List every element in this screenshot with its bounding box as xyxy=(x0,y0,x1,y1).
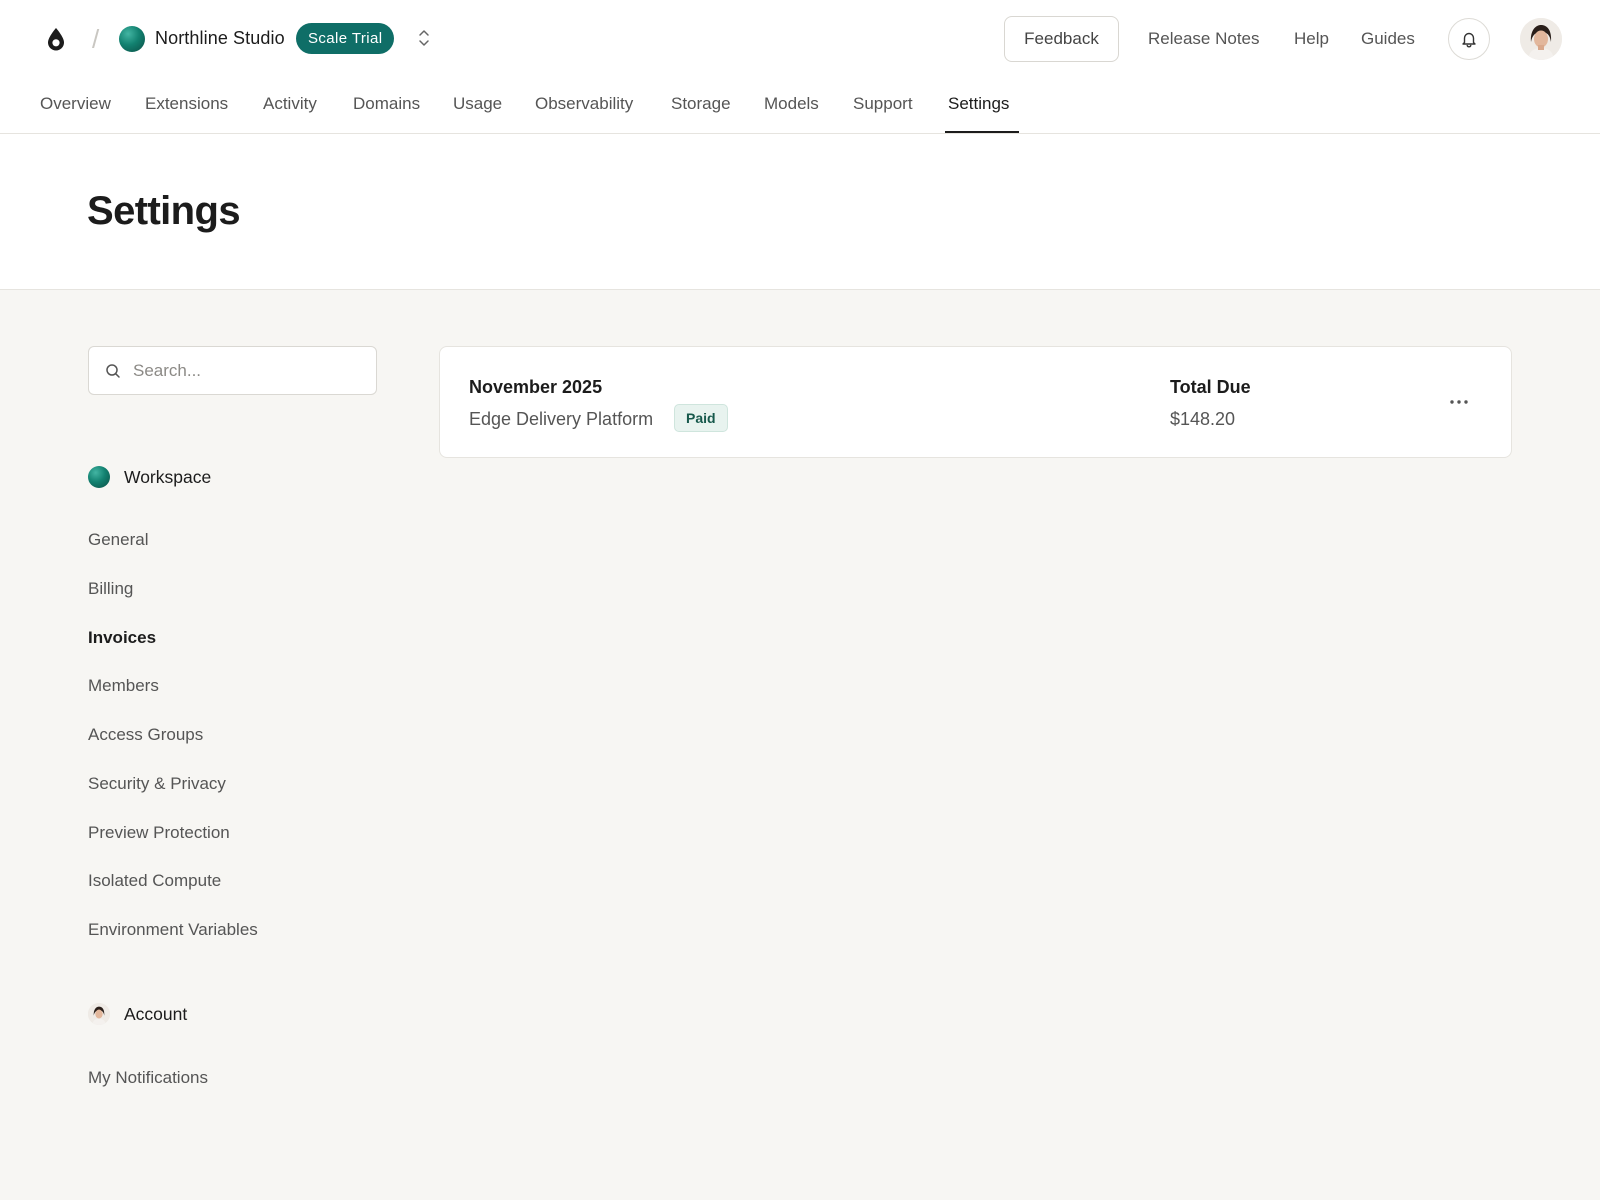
status-badge: Paid xyxy=(674,404,728,432)
invoice-row[interactable]: November 2025 Edge Delivery Platform Pai… xyxy=(439,346,1512,458)
search-icon xyxy=(106,364,120,378)
tab-settings[interactable]: Settings xyxy=(948,94,1009,114)
page-header: Settings xyxy=(0,134,1600,290)
user-photo-icon xyxy=(1520,18,1562,60)
tab-models[interactable]: Models xyxy=(764,94,819,114)
breadcrumb-separator: / xyxy=(92,24,100,54)
sidebar-item-access-groups[interactable]: Access Groups xyxy=(88,725,203,745)
tab-usage[interactable]: Usage xyxy=(453,94,502,114)
main-tabs: Overview Extensions Activity Domains Usa… xyxy=(0,80,1600,134)
settings-search[interactable] xyxy=(88,346,377,395)
more-horizontal-icon xyxy=(1450,400,1468,404)
tab-support[interactable]: Support xyxy=(853,94,913,114)
droplet-logo-icon[interactable] xyxy=(44,26,68,52)
chevron-up-down-icon[interactable] xyxy=(415,26,433,50)
invoice-actions-button[interactable] xyxy=(1444,387,1474,417)
sidebar-item-billing[interactable]: Billing xyxy=(88,579,133,599)
user-photo-icon xyxy=(88,1003,110,1025)
bell-icon xyxy=(1462,32,1476,48)
invoice-project: Edge Delivery Platform xyxy=(469,409,654,429)
tab-storage[interactable]: Storage xyxy=(671,94,731,114)
sidebar-item-general[interactable]: General xyxy=(88,530,148,550)
plan-badge[interactable]: Scale Trial xyxy=(296,23,395,54)
workspace-avatar xyxy=(88,466,110,488)
tab-overview[interactable]: Overview xyxy=(40,94,111,114)
team-avatar[interactable] xyxy=(119,26,145,52)
tab-domains[interactable]: Domains xyxy=(353,94,420,114)
total-due-label: Total Due xyxy=(1170,377,1251,397)
total-due-value: $148.20 xyxy=(1170,409,1236,429)
help-link[interactable]: Help xyxy=(1294,29,1329,49)
brand-row: / Northline Studio Scale Trial Feedback … xyxy=(0,0,1600,80)
team-name[interactable]: Northline Studio xyxy=(155,28,285,49)
user-avatar[interactable] xyxy=(1520,18,1562,60)
page-title: Settings xyxy=(87,189,241,233)
workspace-section-header: Workspace xyxy=(88,466,211,488)
feedback-button[interactable]: Feedback xyxy=(1004,16,1119,62)
workspace-label: Workspace xyxy=(124,466,212,487)
tab-observability[interactable]: Observability xyxy=(535,94,633,114)
tab-activity[interactable]: Activity xyxy=(263,94,317,114)
active-tab-indicator xyxy=(945,131,1019,133)
sidebar-item-my-notifications[interactable]: My Notifications xyxy=(88,1068,208,1088)
sidebar-item-invoices[interactable]: Invoices xyxy=(88,628,156,648)
tab-extensions[interactable]: Extensions xyxy=(145,94,228,114)
account-section-header: Account xyxy=(88,1003,187,1025)
guides-link[interactable]: Guides xyxy=(1361,29,1415,49)
sidebar-item-security-privacy[interactable]: Security & Privacy xyxy=(88,774,226,794)
notifications-button[interactable] xyxy=(1448,18,1490,60)
search-input[interactable] xyxy=(133,357,363,385)
sidebar-item-isolated-compute[interactable]: Isolated Compute xyxy=(88,871,221,891)
account-label: Account xyxy=(124,1003,188,1024)
account-avatar xyxy=(88,1003,110,1025)
top-navigation: / Northline Studio Scale Trial Feedback … xyxy=(0,0,1600,134)
sidebar-item-preview-protection[interactable]: Preview Protection xyxy=(88,823,230,843)
release-notes-link[interactable]: Release Notes xyxy=(1148,29,1260,49)
sidebar-item-environment-variables[interactable]: Environment Variables xyxy=(88,920,258,940)
invoice-period: November 2025 xyxy=(469,377,603,397)
sidebar-item-members[interactable]: Members xyxy=(88,676,159,696)
